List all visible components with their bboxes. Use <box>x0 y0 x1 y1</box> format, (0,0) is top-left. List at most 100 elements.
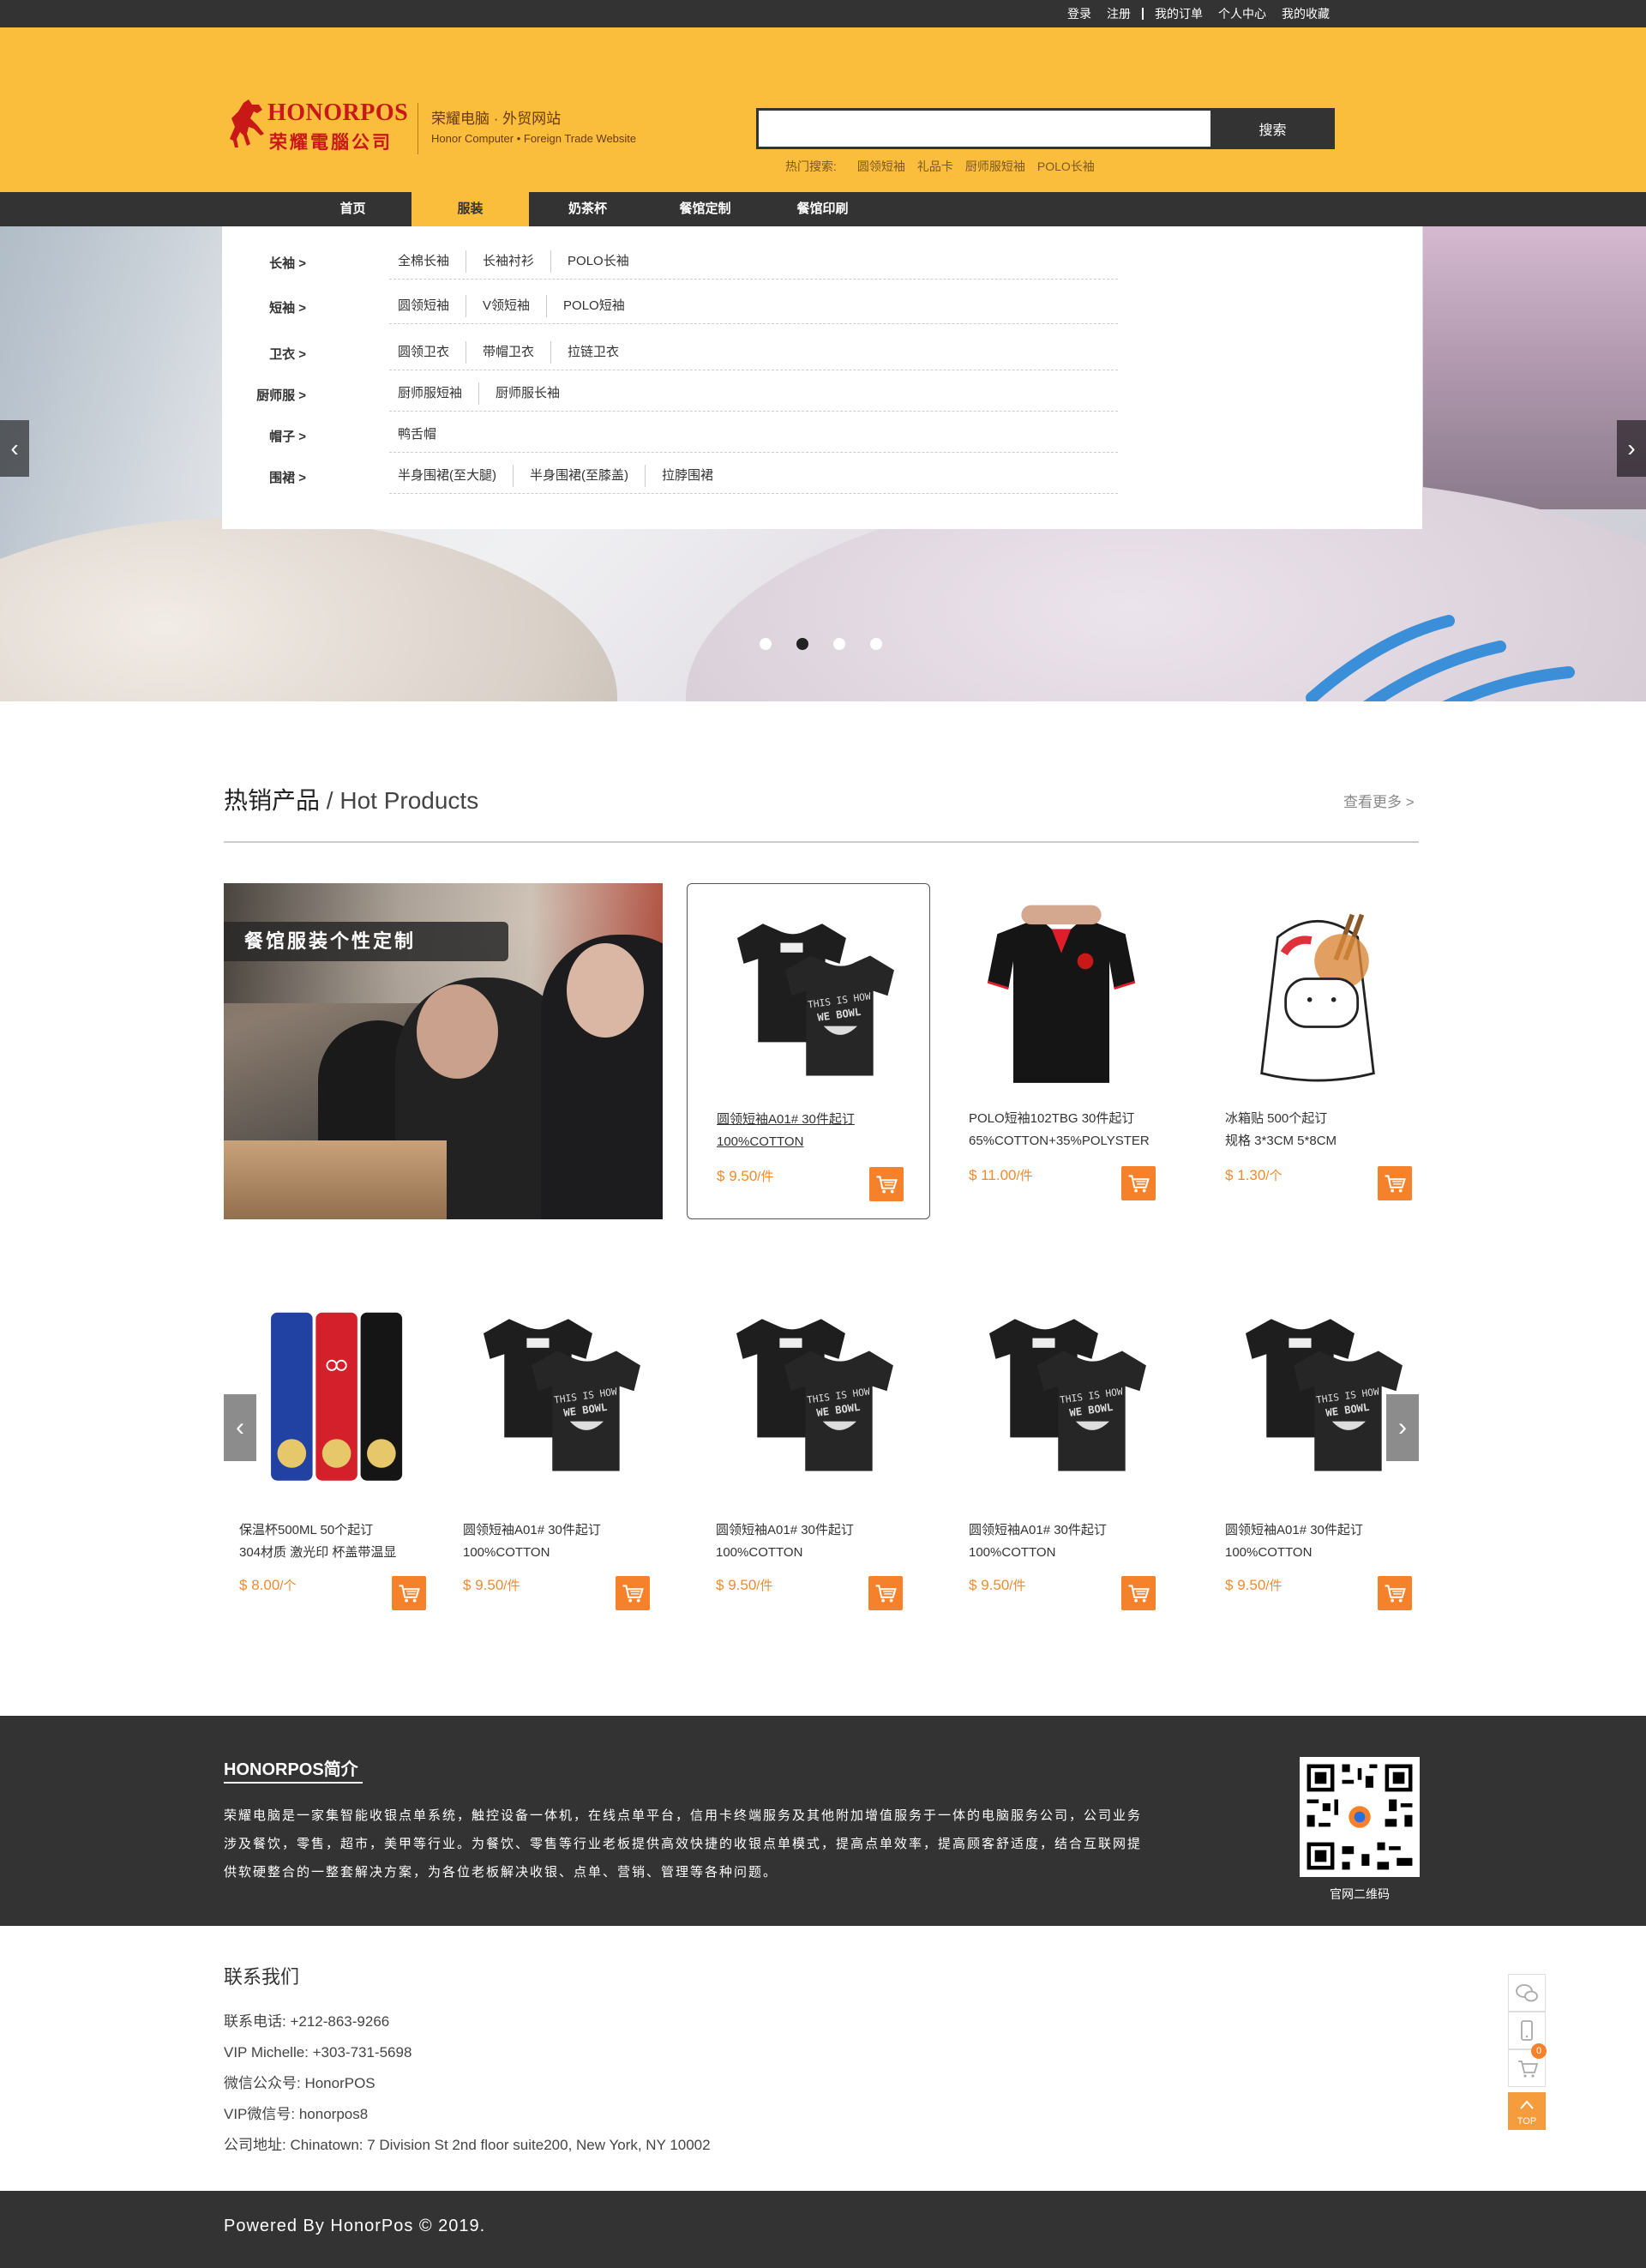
dropdown-link[interactable]: 长袖衬衫 <box>466 250 550 273</box>
hot-term[interactable]: POLO长袖 <box>1037 158 1095 175</box>
add-to-cart-button[interactable] <box>1378 1166 1412 1200</box>
dropdown-link[interactable]: 半身围裙(至膝盖) <box>513 464 645 487</box>
section-title-cn: 热销产品 <box>224 787 321 814</box>
favorites-link[interactable]: 我的收藏 <box>1274 5 1337 22</box>
dropdown-row: 长袖 > 全棉长袖 长袖衬衫 POLO长袖 <box>222 244 1422 280</box>
hot-term[interactable]: 圆领短袖 <box>857 158 905 175</box>
price-currency: $ <box>1225 1167 1234 1183</box>
dropdown-link[interactable]: POLO长袖 <box>550 250 646 273</box>
tshirt-product-image <box>737 923 894 1076</box>
product-price: $ 11.00/件 <box>969 1166 1033 1184</box>
product-card[interactable]: 冰箱贴 500个起订 规格 3*3CM 5*8CM $ 1.30/个 <box>1196 883 1439 1219</box>
add-to-cart-button[interactable] <box>1121 1166 1156 1200</box>
price-currency: $ <box>716 1577 724 1593</box>
nav-item-restaurant-printing[interactable]: 餐馆印刷 <box>764 192 881 226</box>
dropdown-link[interactable]: V领短袖 <box>466 294 546 317</box>
product-name-line: 304材质 激光印 杯盖带温显 <box>239 1545 397 1560</box>
nav-item-restaurant-custom[interactable]: 餐馆定制 <box>646 192 764 226</box>
dropdown-category[interactable]: 帽子 > <box>195 427 306 445</box>
back-to-top-button[interactable]: TOP <box>1508 2092 1546 2130</box>
product-name-line: 100%COTTON <box>463 1545 550 1560</box>
dropdown-link[interactable]: 鸭舌帽 <box>389 424 453 446</box>
embroidery-text-image <box>1306 615 1575 701</box>
hot-term[interactable]: 礼品卡 <box>917 158 953 175</box>
product-name-line: 冰箱贴 500个起订 <box>1225 1111 1328 1126</box>
product-name: 圆领短袖A01# 30件起订 100%COTTON <box>716 1519 922 1564</box>
product-card[interactable]: 圆领短袖A01# 30件起订 100%COTTON $ 9.50/件 <box>940 1298 1183 1634</box>
header: HONORPOS 荣耀電腦公司 荣耀电脑 · 外贸网站 Honor Comput… <box>0 27 1646 192</box>
add-to-cart-button[interactable] <box>616 1576 650 1610</box>
product-card[interactable]: POLO短袖102TBG 30件起订 65%COTTON+35%POLYSTER … <box>940 883 1183 1219</box>
nav-item-home[interactable]: 首页 <box>294 192 412 226</box>
product-name-line: 圆领短袖A01# 30件起订 <box>969 1523 1107 1537</box>
product-name-line: 规格 3*3CM 5*8CM <box>1225 1134 1337 1148</box>
contact-section: 联系我们 联系电话: +212-863-9266 VIP Michelle: +… <box>224 1962 711 2161</box>
banner-dot[interactable] <box>870 638 882 650</box>
dropdown-category[interactable]: 短袖 > <box>195 298 306 316</box>
add-to-cart-button[interactable] <box>1378 1576 1412 1610</box>
wechat-button[interactable] <box>1508 1974 1546 2012</box>
dropdown-link[interactable]: 拉链卫衣 <box>550 340 635 364</box>
dropdown-category[interactable]: 卫衣 > <box>195 345 306 363</box>
add-to-cart-button[interactable] <box>1121 1576 1156 1610</box>
product-card[interactable]: 保温杯500ML 50个起订 304材质 激光印 杯盖带温显 $ 8.00/个 <box>210 1298 454 1634</box>
dropdown-link[interactable]: POLO短袖 <box>546 294 641 317</box>
dropdown-category[interactable]: 长袖 > <box>195 254 306 272</box>
product-card[interactable]: 圆领短袖A01# 30件起订 100%COTTON $ 9.50/件 <box>434 1298 677 1634</box>
profile-link[interactable]: 个人中心 <box>1210 5 1274 22</box>
price-unit: /个 <box>279 1579 297 1593</box>
banner-dot-active[interactable] <box>796 638 808 650</box>
banner-dot[interactable] <box>833 638 845 650</box>
carousel-prev-button[interactable]: ‹ <box>224 1394 256 1461</box>
thermos-bottles-product-image <box>271 1312 403 1481</box>
banner-prev-button[interactable]: ‹ <box>0 420 29 477</box>
banner-dot[interactable] <box>760 638 772 650</box>
nav-item-tea-cups[interactable]: 奶茶杯 <box>529 192 646 226</box>
dropdown-row: 帽子 > 鸭舌帽 <box>222 417 1422 453</box>
dropdown-link[interactable]: 厨师服长袖 <box>478 382 576 405</box>
dropdown-link[interactable]: 全棉长袖 <box>389 250 466 273</box>
nav-item-apparel[interactable]: 服装 <box>412 192 529 226</box>
dropdown-link[interactable]: 带帽卫衣 <box>466 340 550 364</box>
price-unit: /件 <box>503 1579 520 1593</box>
search-input[interactable] <box>756 108 1210 149</box>
cart-button[interactable]: 0 <box>1508 2043 1547 2087</box>
add-to-cart-button[interactable] <box>869 1167 904 1201</box>
product-name-line: 100%COTTON <box>969 1545 1056 1560</box>
wechat-icon <box>1516 1984 1538 2002</box>
hot-term[interactable]: 厨师服短袖 <box>965 158 1025 175</box>
add-to-cart-button[interactable] <box>868 1576 903 1610</box>
product-name-line: 100%COTTON <box>717 1134 804 1149</box>
product-name-line: 圆领短袖A01# 30件起订 <box>1225 1523 1363 1537</box>
feature-banner[interactable]: 餐馆服装个性定制 <box>224 883 663 1219</box>
dropdown-category[interactable]: 厨师服 > <box>195 386 306 404</box>
logo[interactable]: HONORPOS 荣耀電腦公司 <box>223 96 412 156</box>
register-link[interactable]: 注册 <box>1099 5 1138 22</box>
tshirt-product-image <box>484 1319 640 1471</box>
product-name: 冰箱贴 500个起订 规格 3*3CM 5*8CM <box>1225 1108 1431 1152</box>
dropdown-link[interactable]: 厨师服短袖 <box>389 382 478 405</box>
tshirt-product-image <box>1246 1319 1403 1471</box>
search-button[interactable]: 搜索 <box>1210 108 1335 149</box>
product-card[interactable]: 圆领短袖A01# 30件起订 100%COTTON $ 9.50/件 <box>687 1298 930 1634</box>
price-unit: /件 <box>1016 1169 1033 1183</box>
login-link[interactable]: 登录 <box>1060 5 1099 22</box>
banner-next-button[interactable]: › <box>1617 420 1646 477</box>
product-name: 圆领短袖A01# 30件起订 100%COTTON <box>463 1519 669 1564</box>
product-card[interactable]: 圆领短袖A01# 30件起订 100%COTTON $ 9.50/件 <box>1196 1298 1439 1634</box>
view-more-link[interactable]: 查看更多 > <box>1343 790 1415 811</box>
product-card[interactable]: 圆领短袖A01# 30件起订 100%COTTON $ 9.50/件 <box>687 883 930 1219</box>
price-currency: $ <box>969 1167 977 1183</box>
dropdown-category[interactable]: 围裙 > <box>195 468 306 486</box>
about-title-underline <box>224 1782 363 1784</box>
dropdown-row: 围裙 > 半身围裙(至大腿) 半身围裙(至膝盖) 拉脖围裙 <box>222 458 1422 494</box>
dropdown-link[interactable]: 拉脖围裙 <box>645 464 730 487</box>
dropdown-link[interactable]: 圆领短袖 <box>389 295 466 317</box>
my-orders-link[interactable]: 我的订单 <box>1147 5 1210 22</box>
product-price: $ 9.50/件 <box>716 1576 772 1594</box>
add-to-cart-button[interactable] <box>392 1576 426 1610</box>
dropdown-link[interactable]: 圆领卫衣 <box>389 341 466 364</box>
feature-desk <box>224 1140 447 1219</box>
carousel-next-button[interactable]: › <box>1386 1394 1419 1461</box>
dropdown-link[interactable]: 半身围裙(至大腿) <box>389 465 513 487</box>
